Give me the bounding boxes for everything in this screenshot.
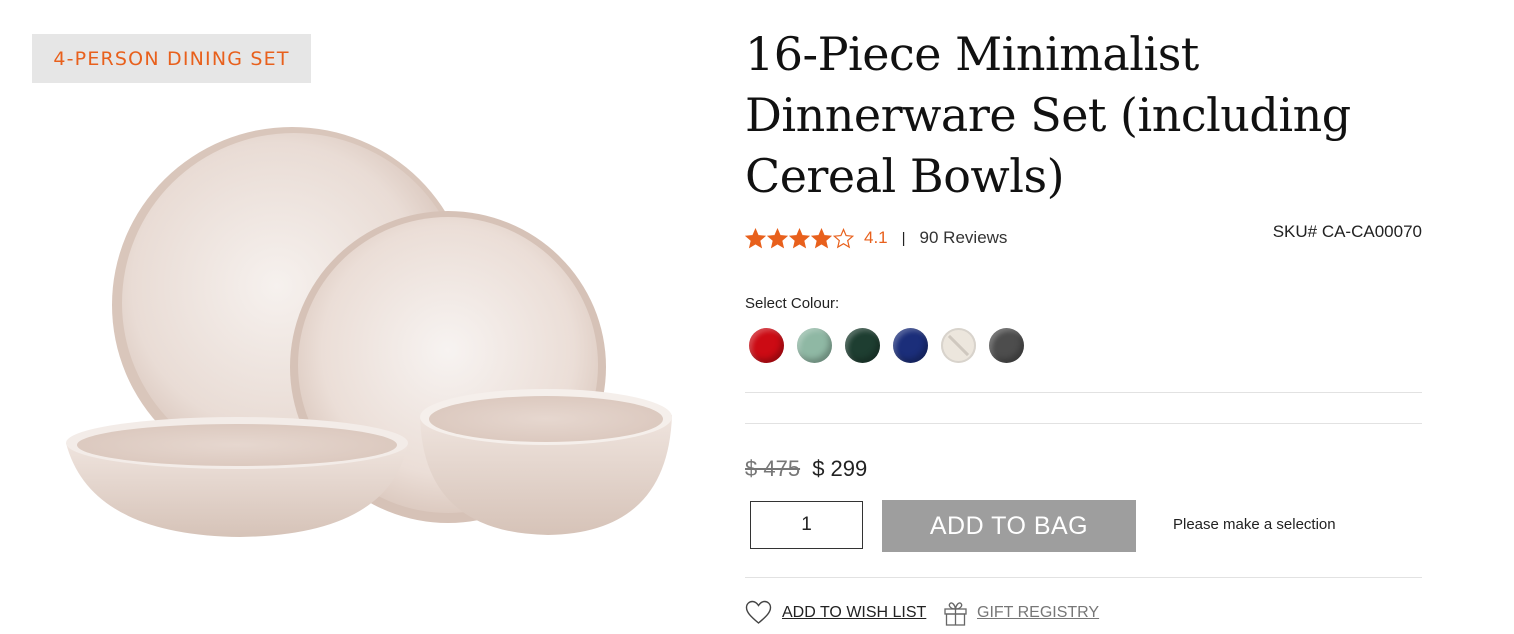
rating-separator: |: [901, 229, 906, 247]
old-price: $ 475: [745, 456, 801, 481]
star-filled-icon: [767, 227, 788, 248]
colour-swatch-navy[interactable]: [893, 328, 928, 363]
divider: [745, 423, 1422, 424]
rating-value: 4.1: [864, 228, 888, 247]
reviews-link[interactable]: 90 Reviews: [920, 228, 1008, 248]
colour-swatch-charcoal[interactable]: [989, 328, 1024, 363]
sale-price: $ 299: [812, 456, 868, 481]
divider: [745, 577, 1422, 578]
colour-swatches: [749, 328, 1024, 363]
gift-registry-link[interactable]: GIFT REGISTRY: [943, 600, 1099, 626]
star-filled-icon: [745, 227, 766, 248]
price: $ 475 $ 299: [745, 456, 867, 482]
quantity-input[interactable]: [750, 501, 863, 549]
star-filled-icon: [811, 227, 832, 248]
star-empty-icon: [833, 227, 854, 248]
selection-message: Please make a selection: [1173, 516, 1336, 533]
sku: SKU# CA-CA00070: [1272, 222, 1422, 241]
divider: [745, 392, 1422, 393]
rating-row: 4.1 | 90 Reviews: [745, 224, 1007, 252]
heart-icon: [745, 600, 772, 624]
add-to-bag-button[interactable]: ADD TO BAG: [882, 500, 1136, 552]
product-title: 16-Piece Minimalist Dinnerware Set (incl…: [745, 27, 1351, 203]
wishlist-label: ADD TO WISH LIST: [782, 604, 927, 621]
colour-swatch-red[interactable]: [749, 328, 784, 363]
rating-stars: [745, 227, 854, 249]
registry-label: GIFT REGISTRY: [977, 604, 1100, 621]
colour-swatch-dark-green[interactable]: [845, 328, 880, 363]
colour-label: Select Colour:: [745, 295, 840, 312]
product-image: [66, 127, 672, 537]
add-to-wishlist-link[interactable]: ADD TO WISH LIST: [745, 600, 926, 626]
colour-swatch-sage[interactable]: [797, 328, 832, 363]
product-badge: 4-PERSON DINING SET: [32, 34, 311, 83]
star-filled-icon: [789, 227, 810, 248]
gift-icon: [944, 602, 967, 626]
colour-swatch-cream[interactable]: [941, 328, 976, 363]
